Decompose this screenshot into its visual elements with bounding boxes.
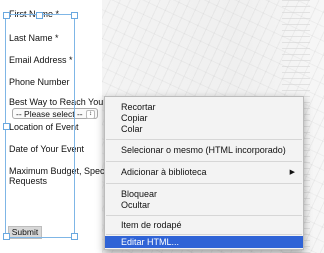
menu-separator xyxy=(106,139,302,140)
requests-label: Requests xyxy=(9,176,48,186)
first-name-label: First Name * xyxy=(9,9,60,19)
menu-separator xyxy=(106,161,302,162)
last-name-label: Last Name * xyxy=(9,33,59,43)
menu-item-select-same[interactable]: Selecionar o mesmo (HTML incorporado) xyxy=(105,145,303,156)
resize-handle[interactable] xyxy=(3,233,10,240)
reach-select[interactable]: -- Please select -- ↕ xyxy=(12,108,98,119)
menu-item-bloquear[interactable]: Bloquear xyxy=(105,189,303,200)
date-label: Date of Your Event xyxy=(9,144,85,154)
resize-handle[interactable] xyxy=(71,12,78,19)
location-label: Location of Event xyxy=(9,122,79,132)
menu-item-recortar[interactable]: Recortar xyxy=(105,102,303,113)
reach-label: Best Way to Reach You xyxy=(9,97,104,107)
email-label: Email Address * xyxy=(9,55,73,65)
menu-item-footer-item[interactable]: Item de rodapé xyxy=(105,220,303,231)
budget-label: Maximum Budget, Spec xyxy=(9,166,105,176)
phone-label: Phone Number xyxy=(9,77,70,87)
menu-item-edit-html[interactable]: Editar HTML... xyxy=(105,236,303,248)
menu-item-colar[interactable]: Colar xyxy=(105,124,303,135)
menu-separator xyxy=(106,183,302,184)
submit-button[interactable]: Submit xyxy=(8,226,42,239)
contact-form-widget[interactable]: First Name * Last Name * Email Address *… xyxy=(0,0,105,253)
reach-select-value: -- Please select -- xyxy=(16,109,83,119)
menu-item-add-to-library-label: Adicionar à biblioteca xyxy=(121,167,207,177)
select-stepper-icon: ↕ xyxy=(86,110,95,119)
menu-item-copiar[interactable]: Copiar xyxy=(105,113,303,124)
resize-handle[interactable] xyxy=(71,233,78,240)
resize-handle[interactable] xyxy=(36,12,43,19)
submenu-arrow-icon: ▶ xyxy=(289,169,295,176)
menu-item-add-to-library[interactable]: Adicionar à biblioteca ▶ xyxy=(105,167,303,178)
resize-handle[interactable] xyxy=(3,123,10,130)
context-menu[interactable]: Recortar Copiar Colar Selecionar o mesmo… xyxy=(104,96,304,250)
menu-item-ocultar[interactable]: Ocultar xyxy=(105,200,303,211)
resize-handle[interactable] xyxy=(3,12,10,19)
menu-separator xyxy=(106,215,302,216)
menu-separator xyxy=(106,234,302,235)
